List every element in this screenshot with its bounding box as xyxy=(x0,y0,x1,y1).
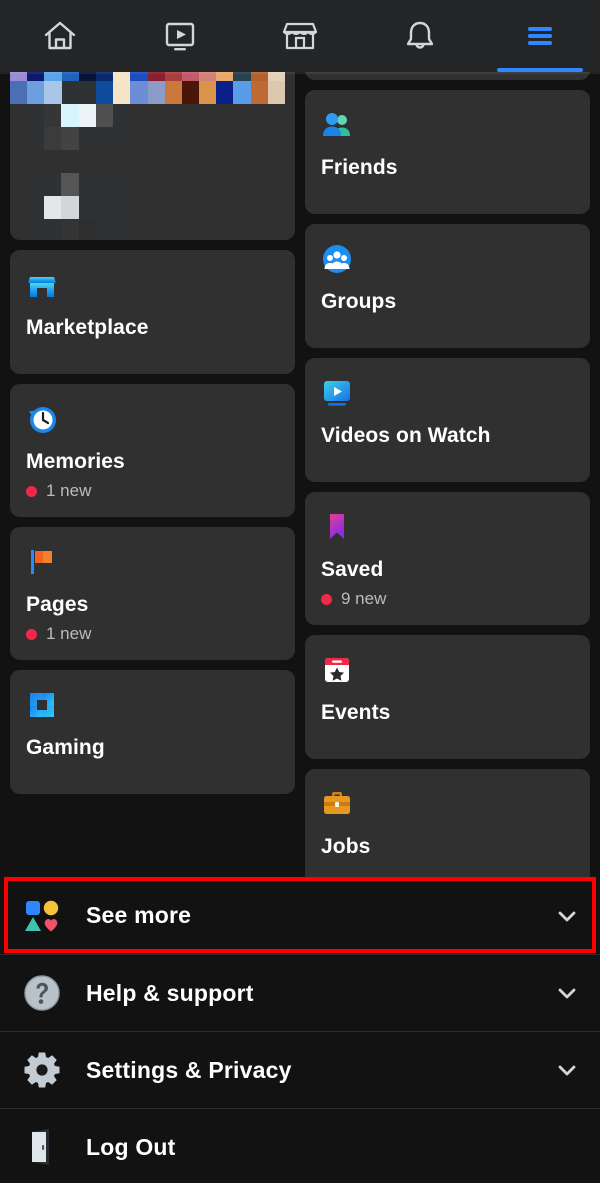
menu-item-label: Settings & Privacy xyxy=(86,1056,292,1083)
nav-tab-home[interactable] xyxy=(0,0,120,72)
shortcut-label: Videos on Watch xyxy=(321,424,491,447)
nav-tab-notifications[interactable] xyxy=(360,0,480,72)
shortcut-label: Groups xyxy=(321,290,397,313)
shortcuts-grid: Marketplace Memories 1 new Pages 1 new G… xyxy=(0,44,600,877)
shortcut-label: Memories xyxy=(26,450,125,473)
flag-icon xyxy=(26,545,60,579)
gear-icon xyxy=(20,1048,64,1092)
menu-item-log-out[interactable]: Log Out xyxy=(0,1108,600,1183)
shortcut-card-events[interactable]: Events xyxy=(305,635,590,760)
friends-icon xyxy=(321,108,355,142)
menu-item-help-and-support[interactable]: Help & support xyxy=(0,954,600,1031)
shapes-icon xyxy=(20,894,64,938)
video-play-icon xyxy=(158,14,202,58)
shortcut-label: Jobs xyxy=(321,835,371,859)
gaming-controller-icon xyxy=(26,688,60,722)
active-tab-indicator xyxy=(496,68,584,72)
shortcut-card-memories[interactable]: Memories 1 new xyxy=(10,384,295,518)
shortcut-badge: 1 new xyxy=(26,624,279,644)
home-icon xyxy=(38,14,82,58)
badge-text: 9 new xyxy=(341,589,387,609)
nav-tab-watch[interactable] xyxy=(120,0,240,72)
storefront-icon xyxy=(26,268,60,302)
menu-item-label: See more xyxy=(86,902,192,928)
shortcut-card-groups[interactable]: Groups xyxy=(305,224,590,348)
shortcut-card-saved[interactable]: Saved 9 new xyxy=(305,492,590,626)
groups-icon xyxy=(321,242,355,276)
badge-text: 1 new xyxy=(46,481,92,501)
shortcut-card-videos-on-watch[interactable]: Videos on Watch xyxy=(305,358,590,482)
topbar-divider xyxy=(0,72,600,74)
badge-dot-icon xyxy=(26,628,37,640)
chevron-down-icon[interactable] xyxy=(554,1057,580,1083)
shortcut-badge: 9 new xyxy=(321,589,574,609)
shortcut-label: Friends xyxy=(321,156,398,179)
question-circle-icon xyxy=(20,971,64,1015)
shortcut-label: Marketplace xyxy=(26,316,149,339)
briefcase-icon xyxy=(321,787,355,821)
nav-tab-marketplace[interactable] xyxy=(240,0,360,72)
menu-item-label: Help & support xyxy=(86,979,254,1006)
video-play-icon xyxy=(321,376,355,410)
menu-item-see-more[interactable]: See more xyxy=(0,877,600,954)
profile-card-redacted[interactable] xyxy=(10,58,295,240)
shortcut-card-jobs[interactable]: Jobs xyxy=(305,769,590,877)
shortcut-card-marketplace[interactable]: Marketplace xyxy=(10,250,295,374)
shortcut-card-gaming[interactable]: Gaming xyxy=(10,670,295,795)
shortcut-label: Events xyxy=(321,701,391,725)
bell-icon xyxy=(398,14,442,58)
shortcut-label: Saved xyxy=(321,558,384,581)
menu-item-settings-and-privacy[interactable]: Settings & Privacy xyxy=(0,1031,600,1108)
menu-scroll-content[interactable]: Marketplace Memories 1 new Pages 1 new G… xyxy=(0,0,600,877)
top-navigation-bar xyxy=(0,0,600,72)
calendar-star-icon xyxy=(321,653,355,687)
badge-dot-icon xyxy=(26,485,37,497)
shortcut-badge: 1 new xyxy=(26,481,279,501)
bottom-menu-list: See more Help & support Settings & Priva… xyxy=(0,877,600,1183)
badge-dot-icon xyxy=(321,593,332,605)
chevron-down-icon[interactable] xyxy=(554,980,580,1006)
shortcut-card-friends[interactable]: Friends xyxy=(305,90,590,214)
shortcut-label: Pages xyxy=(26,593,89,617)
bookmark-icon xyxy=(321,510,355,544)
shortcut-card-pages[interactable]: Pages 1 new xyxy=(10,527,295,661)
hamburger-menu-icon xyxy=(518,14,562,58)
shortcuts-right-column: Centre Friends xyxy=(305,44,590,877)
pixelated-block-group-lower xyxy=(27,173,131,240)
nav-tab-menu[interactable] xyxy=(480,0,600,72)
storefront-icon xyxy=(278,14,322,58)
door-exit-icon xyxy=(20,1125,64,1169)
pixelated-block-group-upper xyxy=(27,104,131,150)
clock-history-icon xyxy=(26,402,60,436)
shortcut-label: Gaming xyxy=(26,736,105,760)
menu-item-label: Log Out xyxy=(86,1133,176,1160)
shortcuts-left-column: Marketplace Memories 1 new Pages 1 new G… xyxy=(10,58,295,877)
badge-text: 1 new xyxy=(46,624,92,644)
chevron-down-icon[interactable] xyxy=(554,903,580,929)
